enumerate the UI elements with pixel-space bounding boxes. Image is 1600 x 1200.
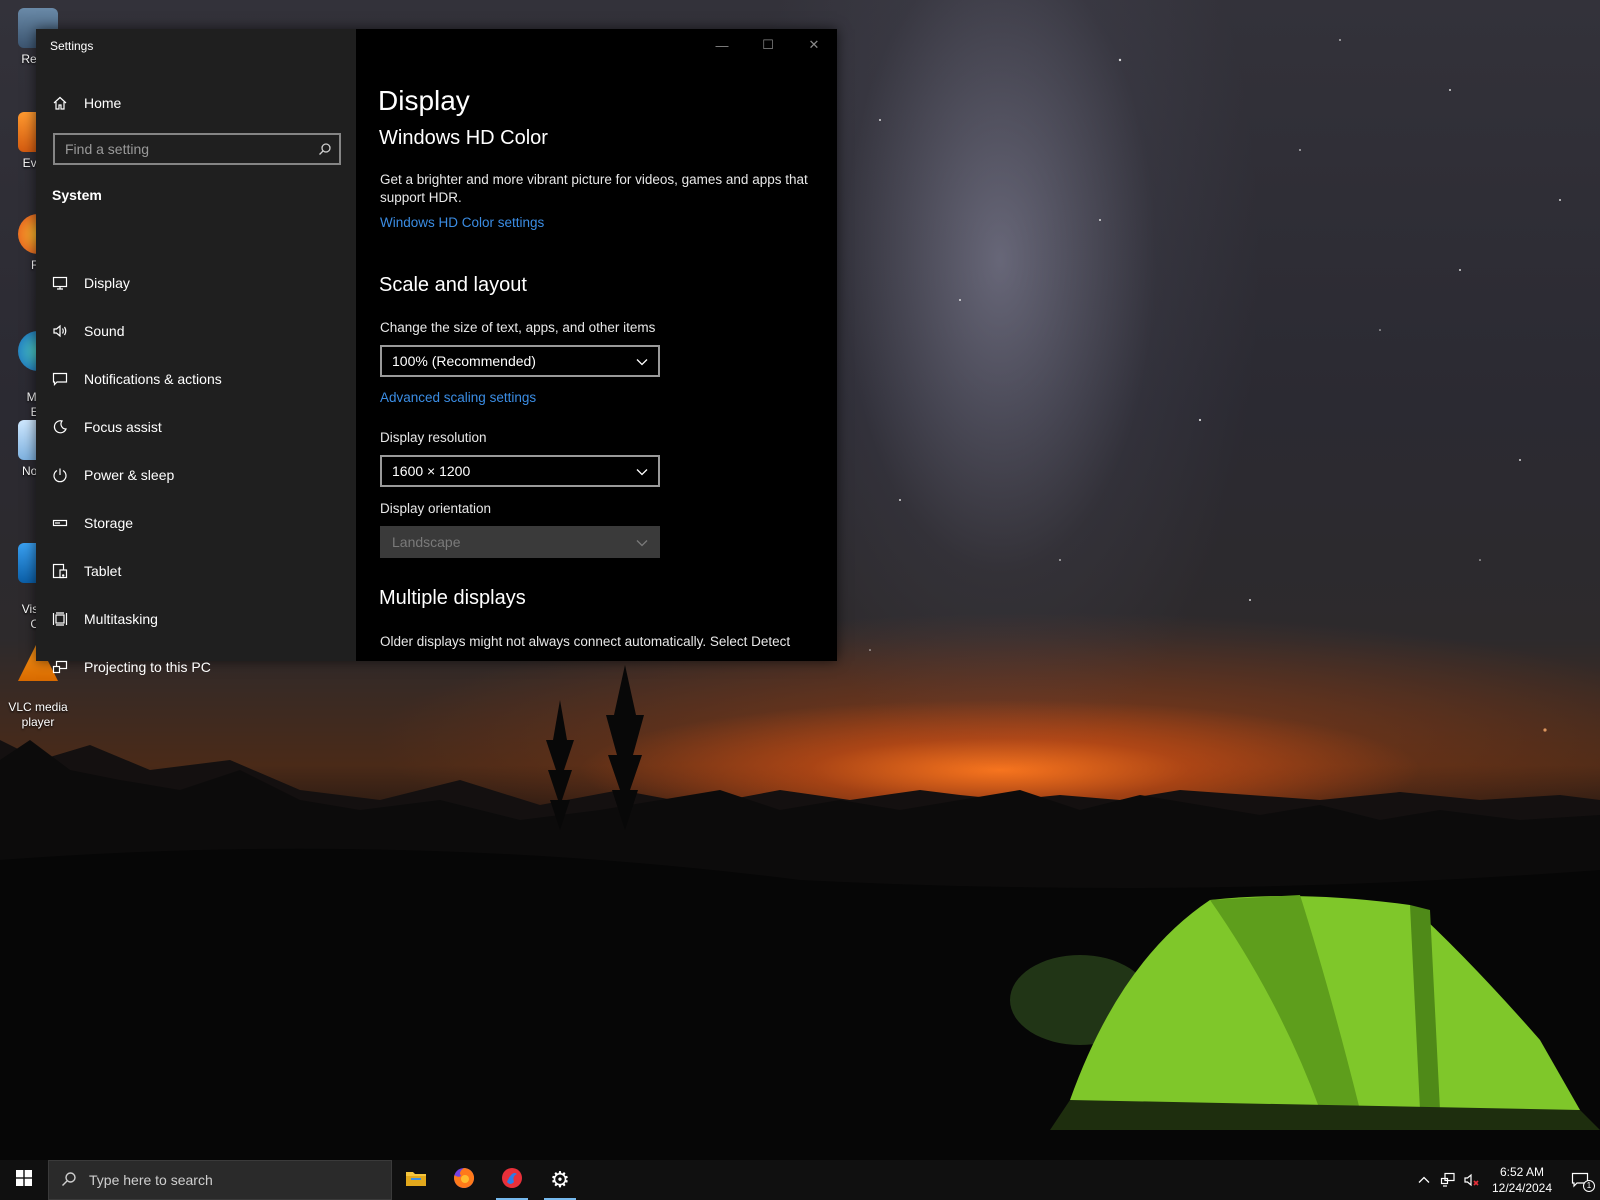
taskbar-file-explorer[interactable] xyxy=(392,1160,440,1200)
scale-heading: Scale and layout xyxy=(379,274,527,296)
resolution-dropdown[interactable]: 1600 × 1200 xyxy=(380,455,660,487)
notification-icon: 1 xyxy=(1571,1172,1595,1192)
app-icon xyxy=(500,1166,524,1195)
nav-list: Display Sound Notifications & actions Fo… xyxy=(36,259,356,691)
resolution-dropdown-value: 1600 × 1200 xyxy=(392,463,471,479)
hdr-description: Get a brighter and more vibrant picture … xyxy=(380,172,808,205)
nav-item-sound[interactable]: Sound xyxy=(36,307,356,355)
firefox-icon xyxy=(452,1166,476,1195)
taskbar-search-box[interactable]: Type here to search xyxy=(48,1160,392,1200)
advanced-scaling-link[interactable]: Advanced scaling settings xyxy=(380,390,536,405)
search-icon[interactable] xyxy=(311,135,339,163)
orientation-dropdown-value: Landscape xyxy=(392,534,461,550)
orientation-dropdown[interactable]: Landscape xyxy=(380,526,660,558)
volume-muted-icon[interactable] xyxy=(1460,1160,1484,1200)
monitor-icon xyxy=(50,273,70,293)
nav-item-projecting[interactable]: Projecting to this PC xyxy=(36,643,356,691)
taskbar-search-placeholder: Type here to search xyxy=(89,1172,213,1188)
settings-search-input[interactable] xyxy=(55,135,311,163)
tablet-icon xyxy=(50,561,70,581)
nav-item-notifications[interactable]: Notifications & actions xyxy=(36,355,356,403)
resolution-label: Display resolution xyxy=(380,430,487,445)
orientation-label: Display orientation xyxy=(380,501,492,516)
nav-item-label: Focus assist xyxy=(84,419,162,435)
settings-nav-pane: Settings Home System Display xyxy=(36,29,356,675)
taskbar-app[interactable] xyxy=(488,1160,536,1200)
nav-item-focus-assist[interactable]: Focus assist xyxy=(36,403,356,451)
nav-item-storage[interactable]: Storage xyxy=(36,499,356,547)
nav-item-label: Power & sleep xyxy=(84,467,175,483)
nav-item-label: Storage xyxy=(84,515,134,531)
home-icon xyxy=(50,93,70,113)
multitasking-icon xyxy=(50,609,70,629)
nav-item-label: Multitasking xyxy=(84,611,158,627)
nav-section-system: System xyxy=(52,187,102,203)
taskbar: Type here to search ⚙ 6:52 AM 12/24/2024 xyxy=(0,1160,1600,1200)
file-explorer-icon xyxy=(405,1169,427,1192)
chevron-down-icon xyxy=(636,353,648,369)
message-icon xyxy=(50,369,70,389)
search-icon xyxy=(61,1171,77,1190)
minimize-button[interactable]: — xyxy=(699,29,745,61)
chevron-up-icon[interactable] xyxy=(1412,1160,1436,1200)
close-button[interactable]: ✕ xyxy=(791,29,837,61)
nav-item-label: Projecting to this PC xyxy=(84,659,211,675)
clock-time: 6:52 AM xyxy=(1499,1165,1545,1179)
nav-item-label: Notifications & actions xyxy=(84,371,222,387)
scale-dropdown[interactable]: 100% (Recommended) xyxy=(380,345,660,377)
clock-date: 12/24/2024 xyxy=(1491,1181,1553,1195)
hdr-heading: Windows HD Color xyxy=(379,127,548,149)
nav-item-label: Tablet xyxy=(84,563,122,579)
projecting-icon xyxy=(50,657,70,677)
settings-gear-icon: ⚙ xyxy=(550,1167,570,1192)
window-title: Settings xyxy=(50,39,94,53)
scale-size-label: Change the size of text, apps, and other… xyxy=(380,320,656,335)
taskbar-firefox[interactable] xyxy=(440,1160,488,1200)
multiple-displays-description: Older displays might not always connect … xyxy=(380,634,791,649)
speaker-icon xyxy=(50,321,70,341)
chevron-down-icon xyxy=(636,534,648,550)
desktop-icon-label: VLC media player xyxy=(8,700,68,729)
nav-item-multitasking[interactable]: Multitasking xyxy=(36,595,356,643)
nav-item-label: Sound xyxy=(84,323,125,339)
taskbar-clock[interactable]: 6:52 AM 12/24/2024 xyxy=(1484,1164,1560,1196)
taskbar-settings[interactable]: ⚙ xyxy=(536,1160,584,1200)
power-icon xyxy=(50,465,70,485)
nav-item-tablet[interactable]: Tablet xyxy=(36,547,356,595)
windows-logo-icon xyxy=(16,1169,32,1191)
page-title: Display xyxy=(378,85,470,116)
scale-dropdown-value: 100% (Recommended) xyxy=(392,353,536,369)
moon-icon xyxy=(50,417,70,437)
drive-icon xyxy=(50,513,70,533)
hdr-settings-link[interactable]: Windows HD Color settings xyxy=(380,215,544,230)
action-center-button[interactable]: 1 xyxy=(1560,1160,1600,1200)
nav-home-label: Home xyxy=(84,95,122,111)
nav-item-label: Display xyxy=(84,275,130,291)
start-button[interactable] xyxy=(0,1160,48,1200)
settings-search-box[interactable] xyxy=(53,133,341,165)
nav-item-display[interactable]: Display xyxy=(36,259,356,307)
network-icon[interactable] xyxy=(1436,1160,1460,1200)
maximize-button[interactable]: ☐ xyxy=(745,29,791,61)
multiple-displays-heading: Multiple displays xyxy=(379,587,526,609)
settings-window: Settings Home System Display xyxy=(36,29,837,675)
system-tray: 6:52 AM 12/24/2024 1 xyxy=(1412,1160,1600,1200)
chevron-down-icon xyxy=(636,463,648,479)
settings-content-pane: — ☐ ✕ Display Windows HD Color Get a bri… xyxy=(356,29,837,661)
nav-item-power-sleep[interactable]: Power & sleep xyxy=(36,451,356,499)
nav-home[interactable]: Home xyxy=(50,89,121,117)
notification-count-badge: 1 xyxy=(1583,1180,1595,1192)
